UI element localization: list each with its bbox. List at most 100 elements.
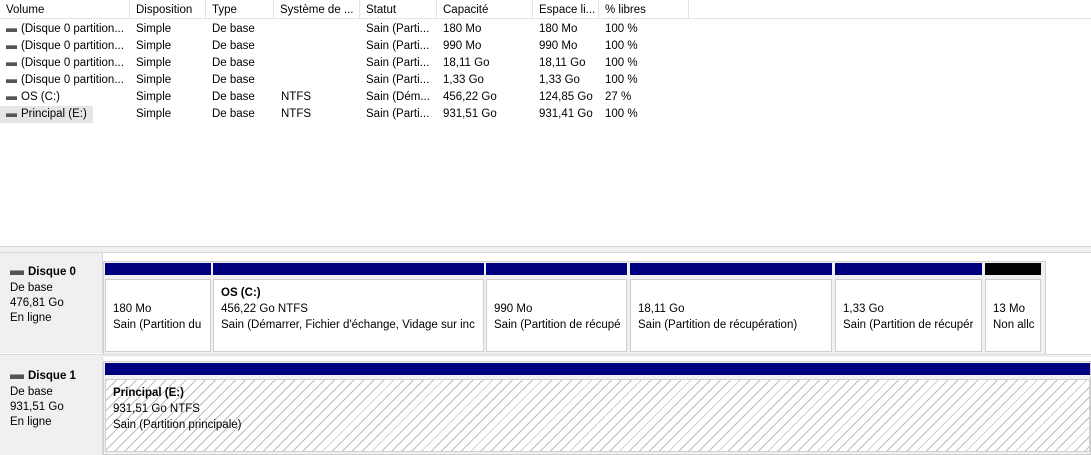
disk-1-kind: De base bbox=[10, 386, 53, 398]
column-header-volume[interactable]: Volume bbox=[0, 0, 130, 19]
volume-free-cell: 124,85 Go bbox=[539, 91, 593, 103]
volume-name: (Disque 0 partition... bbox=[21, 40, 124, 52]
partition-size: 18,11 Go bbox=[638, 303, 685, 315]
volume-name-cell: (Disque 0 partition... bbox=[0, 72, 130, 89]
volume-disposition-cell: Simple bbox=[136, 74, 172, 86]
partition-size: 931,51 Go NTFS bbox=[113, 403, 200, 415]
volume-status-cell: Sain (Parti... bbox=[366, 40, 430, 52]
volume-type-cell: De base bbox=[212, 108, 255, 120]
disk-1-state: En ligne bbox=[10, 416, 52, 428]
volume-name-cell: Principal (E:) bbox=[0, 106, 93, 123]
partition-name: OS (C:) bbox=[221, 287, 261, 299]
volume-pct-cell: 100 % bbox=[605, 40, 638, 52]
partition-block[interactable]: 13 Mo Non allc bbox=[985, 263, 1041, 352]
volume-type-cell: De base bbox=[212, 74, 255, 86]
disk-0-size: 476,81 Go bbox=[10, 297, 64, 309]
column-header-disposition[interactable]: Disposition bbox=[130, 0, 206, 19]
volume-filesystem-cell: NTFS bbox=[281, 91, 312, 103]
volume-row[interactable]: (Disque 0 partition... Simple De base Sain … bbox=[0, 72, 700, 89]
disk-0-kind: De base bbox=[10, 282, 53, 294]
disk-1-partition-area: Principal (E:) 931,51 Go NTFS Sain (Partit… bbox=[103, 361, 1091, 455]
volume-icon bbox=[6, 79, 17, 83]
disk-0-partition-area: 180 Mo Sain (Partition du OS (C:) 456,22 Go… bbox=[103, 261, 1046, 355]
volume-row[interactable]: OS (C:) Simple De base NTFS Sain (Dém... 456,… bbox=[0, 89, 700, 106]
volume-free-cell: 180 Mo bbox=[539, 23, 578, 35]
partition-status: Sain (Démarrer, Fichier d'échange, Vidag… bbox=[221, 319, 475, 331]
volume-row[interactable]: (Disque 0 partition... Simple De base Sain … bbox=[0, 21, 700, 38]
volume-free-cell: 1,33 Go bbox=[539, 74, 580, 86]
volume-icon bbox=[6, 96, 17, 100]
partition-info: 18,11 Go Sain (Partition de récupération) bbox=[630, 279, 832, 352]
partition-info: 180 Mo Sain (Partition du bbox=[105, 279, 211, 352]
column-header-free[interactable]: Espace li... bbox=[533, 0, 599, 19]
volume-name: Principal (E:) bbox=[21, 108, 87, 120]
volume-icon bbox=[6, 113, 17, 117]
volume-filesystem-cell bbox=[281, 38, 361, 55]
disk-0-label[interactable]: Disque 0 De base 476,81 Go En ligne bbox=[0, 253, 103, 353]
partition-block[interactable]: OS (C:) 456,22 Go NTFS Sain (Démarrer, Fic… bbox=[213, 263, 484, 352]
partition-name bbox=[494, 285, 626, 301]
volume-name: (Disque 0 partition... bbox=[21, 57, 124, 69]
partition-bar bbox=[105, 363, 1090, 375]
partition-status: Sain (Partition de récupér bbox=[843, 319, 974, 331]
partition-info: 13 Mo Non allc bbox=[985, 279, 1041, 352]
volume-pct-cell: 100 % bbox=[605, 23, 638, 35]
volume-list: Volume Disposition Type Système de ... Statu… bbox=[0, 0, 1091, 246]
unallocated-bar bbox=[985, 263, 1041, 275]
column-header-pct[interactable]: % libres bbox=[599, 0, 689, 19]
partition-status: Sain (Partition de récupé bbox=[494, 319, 621, 331]
partition-block[interactable]: 180 Mo Sain (Partition du bbox=[105, 263, 211, 352]
volume-capacity-cell: 18,11 Go bbox=[443, 57, 490, 69]
partition-block[interactable]: Principal (E:) 931,51 Go NTFS Sain (Partit… bbox=[105, 363, 1090, 452]
column-header-status[interactable]: Statut bbox=[360, 0, 437, 19]
partition-size: 13 Mo bbox=[993, 303, 1025, 315]
volume-pct-cell: 100 % bbox=[605, 57, 638, 69]
volume-row[interactable]: (Disque 0 partition... Simple De base Sain … bbox=[0, 55, 700, 72]
partition-name bbox=[843, 285, 981, 301]
volume-icon bbox=[6, 28, 17, 32]
disk-1-label[interactable]: Disque 1 De base 931,51 Go En ligne bbox=[0, 357, 103, 455]
partition-size: 990 Mo bbox=[494, 303, 533, 315]
volume-type-cell: De base bbox=[212, 57, 255, 69]
volume-filesystem-cell bbox=[281, 21, 361, 38]
volume-type-cell: De base bbox=[212, 23, 255, 35]
volume-pct-cell: 27 % bbox=[605, 91, 632, 103]
partition-status: Sain (Partition du bbox=[113, 319, 202, 331]
disk-0-title: Disque 0 bbox=[10, 265, 102, 280]
partition-block[interactable]: 990 Mo Sain (Partition de récupé bbox=[486, 263, 627, 352]
volume-status-cell: Sain (Parti... bbox=[366, 23, 430, 35]
volume-row[interactable]: Principal (E:) Simple De base NTFS Sain (Par… bbox=[0, 106, 700, 123]
volume-name-cell: OS (C:) bbox=[0, 89, 130, 106]
volume-icon bbox=[6, 62, 17, 66]
column-header-filesystem[interactable]: Système de ... bbox=[274, 0, 360, 19]
partition-block[interactable]: 1,33 Go Sain (Partition de récupér bbox=[835, 263, 982, 352]
pane-splitter[interactable] bbox=[0, 246, 1091, 253]
partition-name: Principal (E:) bbox=[113, 387, 184, 399]
partition-bar bbox=[105, 263, 211, 275]
volume-name-cell: (Disque 0 partition... bbox=[0, 21, 130, 38]
volume-pct-cell: 100 % bbox=[605, 74, 638, 86]
volume-capacity-cell: 1,33 Go bbox=[443, 74, 484, 86]
column-header-type[interactable]: Type bbox=[206, 0, 274, 19]
partition-block[interactable]: 18,11 Go Sain (Partition de récupération) bbox=[630, 263, 832, 352]
volume-name-cell: (Disque 0 partition... bbox=[0, 38, 130, 55]
volume-status-cell: Sain (Dém... bbox=[366, 91, 430, 103]
volume-disposition-cell: Simple bbox=[136, 57, 172, 69]
volume-capacity-cell: 180 Mo bbox=[443, 23, 482, 35]
partition-name bbox=[113, 285, 210, 301]
column-header-capacity[interactable]: Capacité bbox=[437, 0, 533, 19]
volume-status-cell: Sain (Parti... bbox=[366, 74, 430, 86]
volume-name: OS (C:) bbox=[21, 91, 60, 103]
volume-capacity-cell: 990 Mo bbox=[443, 40, 482, 52]
volume-status-cell: Sain (Parti... bbox=[366, 57, 430, 69]
volume-disposition-cell: Simple bbox=[136, 91, 172, 103]
partition-bar bbox=[213, 263, 484, 275]
volume-disposition-cell: Simple bbox=[136, 23, 172, 35]
partition-status: Non allc bbox=[993, 319, 1035, 331]
partition-info: OS (C:) 456,22 Go NTFS Sain (Démarrer, Fic… bbox=[213, 279, 484, 352]
volume-row[interactable]: (Disque 0 partition... Simple De base Sain … bbox=[0, 38, 700, 55]
volume-disposition-cell: Simple bbox=[136, 108, 172, 120]
volume-type-cell: De base bbox=[212, 91, 255, 103]
volume-name-cell: (Disque 0 partition... bbox=[0, 55, 130, 72]
volume-filesystem-cell bbox=[281, 72, 361, 89]
